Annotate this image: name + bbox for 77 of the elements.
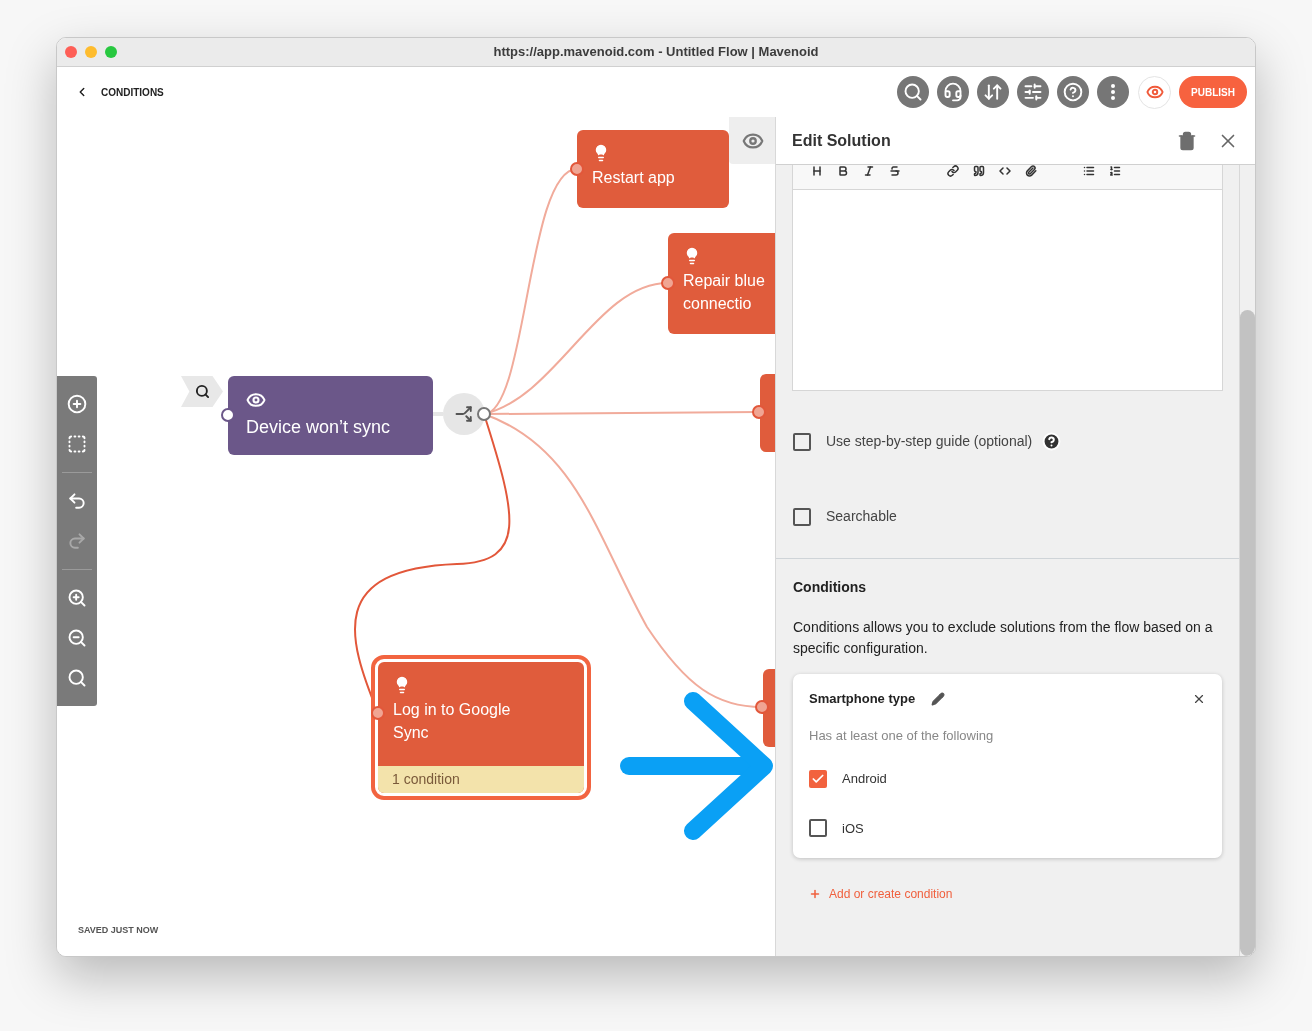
sliders-button[interactable]: [1017, 76, 1050, 108]
numbered-list-button[interactable]: [1109, 165, 1121, 177]
solution-node[interactable]: Repair blue connectio: [668, 233, 775, 334]
add-icon: [67, 394, 87, 414]
heading-icon: [811, 165, 823, 177]
italic-icon: [863, 165, 875, 177]
numbered-list-icon: [1109, 165, 1121, 177]
checkbox[interactable]: [793, 432, 811, 451]
code-icon: [999, 165, 1011, 177]
quote-icon: [973, 165, 985, 177]
up-down-arrows-icon: [983, 82, 1004, 102]
search-icon: [903, 82, 924, 102]
visibility-toggle[interactable]: [729, 117, 775, 164]
close-window-button[interactable]: [65, 46, 77, 58]
eye-icon: [246, 390, 266, 410]
delete-icon[interactable]: [1177, 130, 1197, 151]
link-button[interactable]: [947, 165, 959, 177]
more-icon: [1111, 84, 1116, 100]
condition-subtitle: Has at least one of the following: [809, 726, 995, 745]
redo-icon: [67, 531, 87, 551]
checkbox[interactable]: [809, 819, 827, 838]
section-description: Conditions allows you to exclude solutions from the flow based on a specific configuration.: [793, 618, 1214, 658]
help-icon: [1063, 82, 1084, 102]
up-down-arrows-button[interactable]: [977, 76, 1010, 108]
select-all-icon: [67, 434, 87, 454]
branch-node[interactable]: [443, 393, 485, 435]
strikethrough-icon: [889, 165, 901, 177]
node-title: Restart app: [592, 168, 676, 188]
italic-button[interactable]: [863, 165, 875, 177]
paperclip-button[interactable]: [1025, 165, 1037, 177]
headset-button[interactable]: [937, 76, 970, 108]
node-title: Device won’t sync: [246, 416, 392, 439]
question-node[interactable]: Device won’t sync: [228, 376, 433, 455]
sliders-icon: [1023, 82, 1044, 102]
condition-title: Smartphone type: [809, 690, 916, 708]
strikethrough-button[interactable]: [889, 165, 901, 177]
more-button[interactable]: [1097, 76, 1130, 108]
help-icon[interactable]: [1042, 432, 1062, 451]
quote-button[interactable]: [973, 165, 985, 177]
condition-count: 1 condition: [378, 766, 584, 793]
link-icon: [947, 165, 959, 177]
checkbox[interactable]: [809, 769, 827, 788]
publish-button[interactable]: PUBLISH: [1179, 76, 1247, 108]
solution-node[interactable]: Restart app: [577, 130, 729, 208]
headset-icon: [943, 82, 964, 102]
search-icon: [194, 384, 210, 399]
search-button[interactable]: [897, 76, 930, 108]
code-button[interactable]: [999, 165, 1011, 177]
zoom-out-icon: [67, 628, 87, 648]
heading-button[interactable]: [811, 165, 823, 177]
branch-icon: [455, 405, 473, 423]
window-title: https://app.mavenoid.com - Untitled Flow | Mavenoid: [493, 43, 819, 62]
option-label: Use step-by-step guide (optional): [826, 432, 1033, 451]
option-label: Searchable: [826, 507, 897, 526]
paperclip-icon: [1025, 165, 1037, 177]
option-label: Android: [842, 770, 887, 788]
zoom-in-icon: [67, 588, 87, 608]
back-link[interactable]: CONDITIONS: [75, 84, 164, 100]
add-condition-link[interactable]: Add or create condition: [809, 885, 953, 903]
option-label: iOS: [842, 819, 864, 838]
magnifier-icon: [67, 668, 87, 688]
help-button[interactable]: [1057, 76, 1090, 108]
panel-title: Edit Solution: [792, 130, 891, 151]
node-title: Log in to Google Sync: [393, 700, 512, 743]
node-title: Repair blue connectio: [683, 271, 766, 314]
checkbox[interactable]: [793, 507, 811, 526]
bold-button[interactable]: [837, 165, 849, 177]
section-heading: Conditions: [793, 578, 868, 597]
eye-icon: [1145, 83, 1164, 101]
bold-icon: [837, 165, 849, 177]
undo-icon: [67, 491, 87, 511]
list-button[interactable]: [1083, 165, 1095, 177]
plus-icon: [809, 888, 821, 900]
preview-button[interactable]: [1138, 75, 1172, 109]
edit-icon[interactable]: [931, 691, 946, 706]
list-icon: [1083, 165, 1095, 177]
save-status: SAVED JUST NOW: [78, 923, 159, 937]
